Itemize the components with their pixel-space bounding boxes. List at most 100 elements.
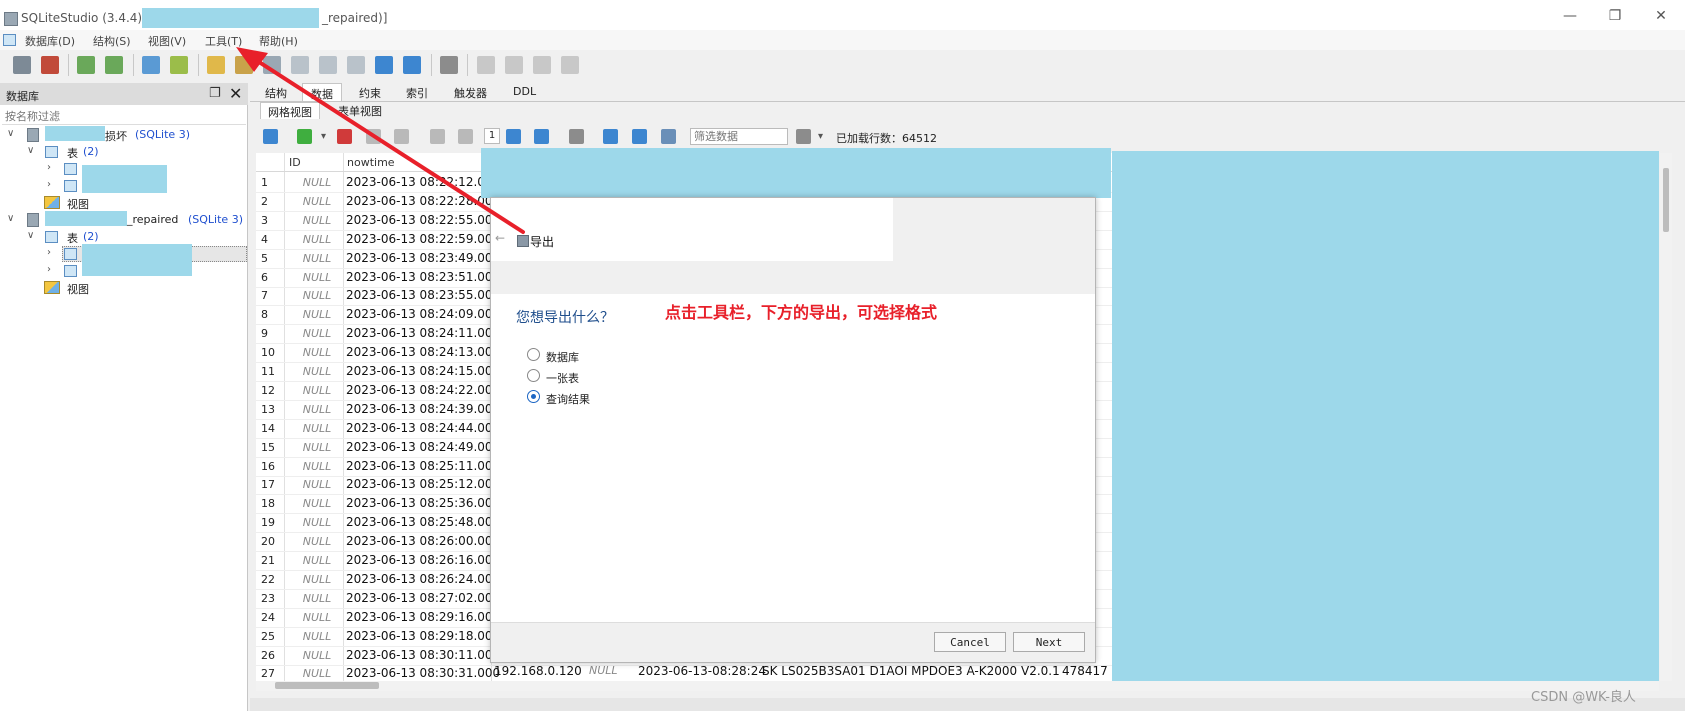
option-table-label[interactable]: 一张表 [546,370,579,386]
row-number[interactable]: 11 [261,365,283,378]
vertical-scrollbar[interactable] [1660,153,1672,681]
row-number[interactable]: 22 [261,573,283,586]
cell-id[interactable]: NULL [287,516,347,529]
next-button[interactable]: Next [1013,632,1085,652]
row-number[interactable]: 5 [261,252,283,265]
tab-data[interactable]: 数据 [302,83,342,101]
vertical-scroll-thumb[interactable] [1663,168,1669,232]
cell-nowtime[interactable]: 2023-06-13 08:26:24.000 [346,572,500,586]
cell-nowtime[interactable]: 2023-06-13 08:24:13.000 [346,345,500,359]
cell-id[interactable]: NULL [287,478,347,491]
row-number[interactable]: 3 [261,214,283,227]
cell-id[interactable]: NULL [287,403,347,416]
menu-tools[interactable]: 工具(T) [205,33,242,49]
cell-id[interactable]: NULL [287,384,347,397]
cell-nowtime[interactable]: 2023-06-13 08:29:18.000 [346,629,500,643]
cell-id[interactable]: NULL [287,214,347,227]
row-number[interactable]: 21 [261,554,283,567]
row-number[interactable]: 25 [261,630,283,643]
chevron-right-icon[interactable]: › [47,264,51,275]
insert-row-icon[interactable] [297,129,312,144]
delete-row-icon[interactable] [337,129,352,144]
last-page-icon[interactable] [534,129,549,144]
chevron-right-icon[interactable]: › [47,179,51,190]
horizontal-scrollbar[interactable] [256,681,1659,691]
horizontal-scroll-thumb[interactable] [275,682,379,689]
cell-nowtime[interactable]: 2023-06-13 08:30:31.000 [346,666,500,680]
tab-constraints[interactable]: 约束 [351,83,389,101]
cell-nowtime[interactable]: 2023-06-13 08:26:00.000 [346,534,500,548]
collations-icon[interactable] [347,56,365,74]
cell-nowtime[interactable]: 2023-06-13 08:25:48.000 [346,515,500,529]
db1-views[interactable]: 视图 [67,196,89,212]
cell-id[interactable]: NULL [287,630,347,643]
refresh-icon[interactable] [263,129,278,144]
last-row-info[interactable]: SK LS025B3SA01 D1AOI MPDOE3 A-K2000 V2.0… [762,664,1060,678]
db1-name[interactable]: 损坏 [105,128,127,144]
row-number[interactable]: 4 [261,233,283,246]
disconnect-icon[interactable] [41,56,59,74]
cell-id[interactable]: NULL [287,327,347,340]
cell-nowtime[interactable]: 2023-06-13 08:25:12.000 [346,477,500,491]
cell-id[interactable]: NULL [287,573,347,586]
menu-view[interactable]: 视图(V) [148,33,186,49]
cell-nowtime[interactable]: 2023-06-13 08:22:12.000 [346,175,500,189]
cell-nowtime[interactable]: 2023-06-13 08:24:39.000 [346,402,500,416]
radio-export-query-results[interactable] [527,390,540,403]
cell-id[interactable]: NULL [287,195,347,208]
cell-nowtime[interactable]: 2023-06-13 08:24:22.000 [346,383,500,397]
row-number[interactable]: 6 [261,271,283,284]
cell-nowtime[interactable]: 2023-06-13 08:23:49.000 [346,251,500,265]
cascade-windows-icon[interactable] [561,56,579,74]
edit-database-icon[interactable] [105,56,123,74]
previous-page-icon[interactable] [458,129,473,144]
row-number[interactable]: 23 [261,592,283,605]
fit-columns-icon[interactable] [603,129,618,144]
mdi-window-icon[interactable] [3,34,16,46]
row-number[interactable]: 27 [261,667,283,680]
cell-id[interactable]: NULL [287,441,347,454]
cell-id[interactable]: NULL [287,233,347,246]
row-number[interactable]: 15 [261,441,283,454]
row-number[interactable]: 13 [261,403,283,416]
db2-name[interactable]: _repaired [127,213,178,226]
cell-nowtime[interactable]: 2023-06-13 08:24:09.000 [346,307,500,321]
next-page-icon[interactable] [506,129,521,144]
cell-id[interactable]: NULL [287,667,347,680]
float-panel-icon[interactable]: ❐ [209,86,221,101]
populate-icon[interactable] [291,56,309,74]
cell-nowtime[interactable]: 2023-06-13 08:23:51.000 [346,270,500,284]
create-table-icon[interactable] [142,56,160,74]
db2-views[interactable]: 视图 [67,281,89,297]
chevron-right-icon[interactable]: › [47,162,51,173]
cell-id[interactable]: NULL [287,554,347,567]
subtab-form-view[interactable]: 表单视图 [331,102,389,119]
row-number[interactable]: 10 [261,346,283,359]
export-icon[interactable] [235,56,253,74]
row-number[interactable]: 17 [261,478,283,491]
row-number[interactable]: 12 [261,384,283,397]
filter-funnel-icon[interactable] [796,129,811,144]
cell-id[interactable]: NULL [287,422,347,435]
name-filter-input[interactable] [2,108,246,125]
fit-icon[interactable] [375,56,393,74]
radio-export-database[interactable] [527,348,540,361]
cell-id[interactable]: NULL [287,535,347,548]
close-panel-icon[interactable]: ✕ [229,84,242,103]
tab-ddl[interactable]: DDL [505,83,544,101]
expand-columns-icon[interactable] [632,129,647,144]
row-number[interactable]: 19 [261,516,283,529]
db2-tables-label[interactable]: 表 [67,230,78,246]
cell-id[interactable]: NULL [287,497,347,510]
config-wrench-icon[interactable] [440,56,458,74]
filter-data-input[interactable] [690,128,788,145]
chevron-down-icon[interactable]: ∨ [27,145,34,156]
cell-id[interactable]: NULL [287,592,347,605]
row-number[interactable]: 18 [261,497,283,510]
functions-icon[interactable] [319,56,337,74]
cell-nowtime[interactable]: 2023-06-13 08:29:16.000 [346,610,500,624]
row-number[interactable]: 8 [261,308,283,321]
cell-id[interactable]: NULL [287,460,347,473]
chevron-down-icon[interactable]: ∨ [7,213,14,224]
row-number[interactable]: 26 [261,649,283,662]
